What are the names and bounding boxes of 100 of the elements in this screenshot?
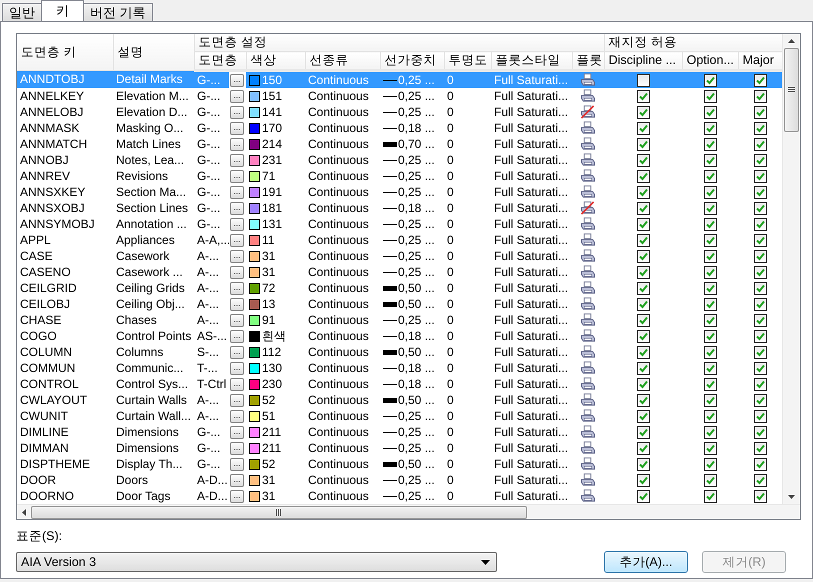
checkbox[interactable] — [754, 266, 767, 278]
checkbox[interactable] — [754, 90, 767, 102]
checkbox[interactable] — [636, 122, 650, 134]
printer-icon[interactable] — [580, 153, 596, 167]
checkbox[interactable] — [704, 122, 717, 134]
checkbox[interactable] — [636, 90, 650, 102]
checkbox[interactable] — [754, 186, 767, 198]
checkbox[interactable] — [754, 362, 767, 374]
checkbox[interactable] — [754, 426, 767, 438]
checkbox[interactable] — [636, 410, 650, 422]
checkbox[interactable] — [754, 122, 767, 134]
checkbox[interactable] — [704, 266, 717, 278]
browse-button[interactable]: ... — [230, 442, 244, 454]
checkbox[interactable] — [754, 170, 767, 182]
table-row[interactable]: CONTROL Control Sys... T-Ctrl ... 230 Continuous 0,18 ... 0 Full Saturati... — [17, 376, 782, 392]
scroll-thumb[interactable] — [31, 506, 527, 518]
table-row[interactable]: DIMLINE Dimensions G-... ... 211 Continuous 0,25 ... 0 Full Saturati... — [17, 424, 782, 440]
browse-button[interactable]: ... — [230, 122, 244, 134]
table-row[interactable]: DOOR Doors A-D... ... 31 Continuous 0,25 ... 0 Full Saturati... — [17, 472, 782, 488]
printer-icon[interactable] — [580, 249, 596, 263]
browse-button[interactable]: ... — [230, 394, 244, 406]
table-row[interactable]: DISPTHEME Display Th... G-... ... 52 Continuous 0,50 ... 0 Full Saturati... — [17, 456, 782, 472]
checkbox[interactable] — [636, 202, 650, 214]
checkbox[interactable] — [754, 234, 767, 246]
checkbox[interactable] — [636, 106, 650, 118]
printer-icon[interactable] — [580, 489, 596, 503]
checkbox[interactable] — [704, 442, 717, 454]
checkbox[interactable] — [636, 154, 650, 166]
checkbox[interactable] — [704, 490, 717, 502]
scroll-thumb[interactable] — [784, 48, 799, 132]
checkbox[interactable] — [636, 186, 650, 198]
browse-button[interactable]: ... — [230, 218, 244, 230]
checkbox[interactable] — [636, 266, 650, 278]
checkbox[interactable] — [704, 394, 717, 406]
printer-icon[interactable] — [580, 425, 596, 439]
checkbox[interactable] — [636, 282, 650, 294]
table-row[interactable]: ANNMATCH Match Lines G-... ... 214 Continuous 0,70 ... 0 Full Saturati... — [17, 136, 782, 152]
checkbox[interactable] — [636, 330, 650, 342]
printer-icon[interactable] — [580, 345, 596, 359]
table-row[interactable]: APPL Appliances A-A,... ... 11 Continuous 0,25 ... 0 Full Saturati... — [17, 232, 782, 248]
checkbox[interactable] — [636, 298, 650, 310]
browse-button[interactable]: ... — [230, 234, 244, 246]
browse-button[interactable]: ... — [230, 154, 244, 166]
browse-button[interactable]: ... — [230, 90, 244, 102]
checkbox[interactable] — [704, 138, 717, 150]
browse-button[interactable]: ... — [230, 458, 244, 470]
table-row[interactable]: ANNSXOBJ Section Lines G-... ... 181 Continuous 0,18 ... 0 Full Saturati... — [17, 200, 782, 216]
printer-icon[interactable] — [580, 329, 596, 343]
column-header[interactable]: Option... — [682, 52, 738, 70]
column-header[interactable]: 도면층 — [194, 52, 246, 70]
checkbox[interactable] — [704, 474, 717, 486]
checkbox[interactable] — [636, 458, 650, 470]
table-row[interactable]: ANNOBJ Notes, Lea... G-... ... 231 Continuous 0,25 ... 0 Full Saturati... — [17, 152, 782, 168]
printer-icon[interactable] — [580, 217, 596, 231]
printer-icon[interactable] — [580, 233, 596, 247]
checkbox[interactable] — [704, 282, 717, 294]
table-row[interactable]: DOORNO Door Tags A-D... ... 31 Continuous 0,25 ... 0 Full Saturati... — [17, 488, 782, 504]
browse-button[interactable]: ... — [230, 266, 244, 278]
checkbox[interactable] — [636, 138, 650, 150]
checkbox[interactable] — [636, 490, 650, 502]
browse-button[interactable]: ... — [230, 170, 244, 182]
browse-button[interactable]: ... — [230, 346, 244, 358]
checkbox[interactable] — [636, 362, 650, 374]
crossed-printer-icon[interactable] — [580, 201, 596, 215]
checkbox[interactable] — [704, 250, 717, 262]
column-header[interactable]: 설명 — [113, 34, 194, 70]
tab[interactable]: 키 — [41, 0, 84, 21]
checkbox[interactable] — [754, 74, 767, 86]
checkbox[interactable] — [754, 138, 767, 150]
checkbox[interactable] — [754, 202, 767, 214]
printer-icon[interactable] — [580, 313, 596, 327]
browse-button[interactable]: ... — [230, 74, 244, 86]
column-header[interactable]: 투명도 — [444, 52, 491, 70]
checkbox[interactable] — [636, 378, 650, 390]
printer-icon[interactable] — [580, 281, 596, 295]
printer-icon[interactable] — [580, 441, 596, 455]
printer-icon[interactable] — [580, 121, 596, 135]
column-header[interactable]: 도면층 키 — [17, 34, 113, 70]
checkbox[interactable] — [754, 442, 767, 454]
browse-button[interactable]: ... — [230, 250, 244, 262]
browse-button[interactable]: ... — [230, 410, 244, 422]
checkbox[interactable] — [704, 218, 717, 230]
table-row[interactable]: CASE Casework A-... ... 31 Continuous 0,25 ... 0 Full Saturati... — [17, 248, 782, 264]
table-row[interactable]: ANNREV Revisions G-... ... 71 Continuous 0,25 ... 0 Full Saturati... — [17, 168, 782, 184]
checkbox[interactable] — [704, 458, 717, 470]
table-row[interactable]: ANNSXKEY Section Ma... G-... ... 191 Continuous 0,25 ... 0 Full Saturati... — [17, 184, 782, 200]
checkbox[interactable] — [754, 106, 767, 118]
table-row[interactable]: COLUMN Columns S-... ... 112 Continuous 0,50 ... 0 Full Saturati... — [17, 344, 782, 360]
checkbox[interactable] — [704, 410, 717, 422]
checkbox[interactable] — [754, 330, 767, 342]
printer-icon[interactable] — [580, 89, 596, 103]
table-row[interactable]: CEILGRID Ceiling Grids A-... ... 72 Continuous 0,50 ... 0 Full Saturati... — [17, 280, 782, 296]
checkbox[interactable] — [636, 474, 650, 486]
printer-icon[interactable] — [580, 473, 596, 487]
checkbox[interactable] — [754, 218, 767, 230]
table-row[interactable]: ANNSYMOBJ Annotation ... G-... ... 131 Continuous 0,25 ... 0 Full Saturati... — [17, 216, 782, 232]
printer-icon[interactable] — [580, 377, 596, 391]
tab[interactable]: 버전 기록 — [83, 3, 153, 21]
checkbox[interactable] — [636, 170, 650, 182]
checkbox[interactable] — [636, 234, 650, 246]
